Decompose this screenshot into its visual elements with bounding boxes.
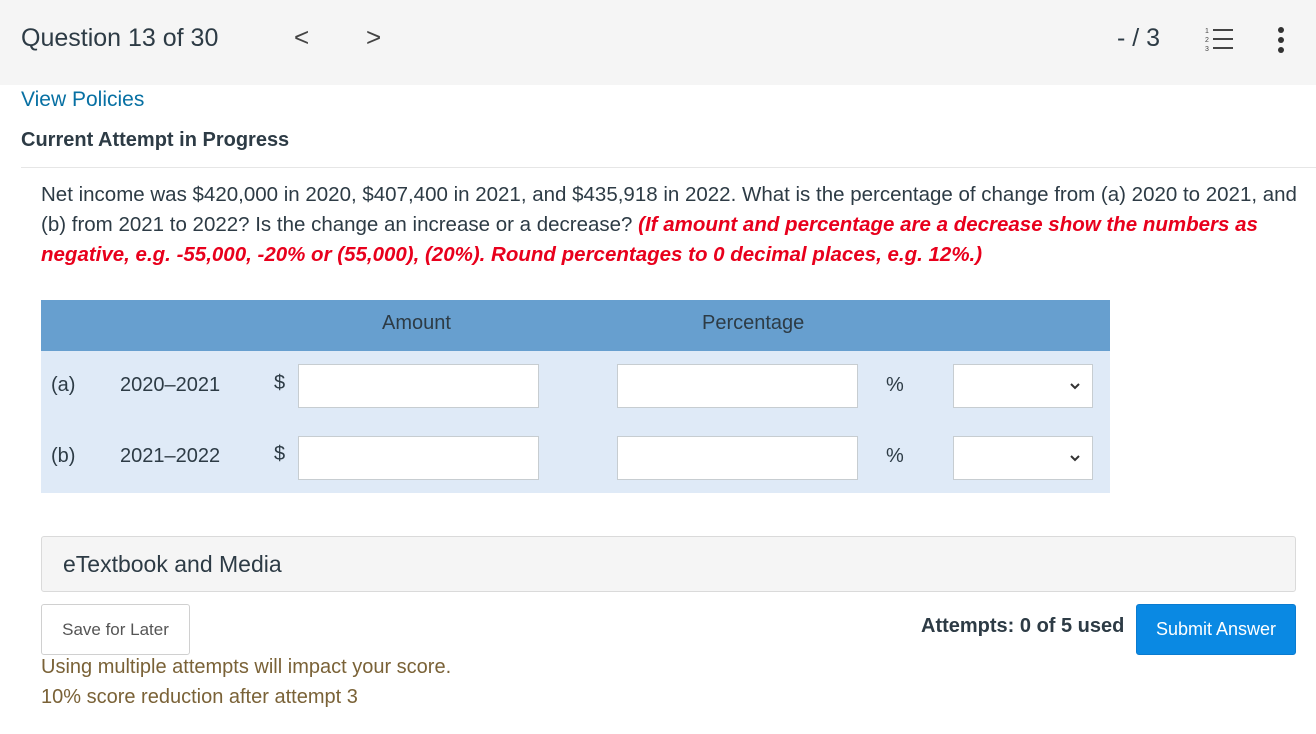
question-text: Net income was $420,000 in 2020, $407,40…	[41, 180, 1303, 270]
row-period: 2020–2021	[120, 374, 221, 396]
numbered-list-icon[interactable]: 1 2 3	[1205, 26, 1235, 52]
percentage-column-header: Percentage	[702, 312, 805, 334]
attempt-warning: Using multiple attempts will impact your…	[41, 656, 452, 678]
svg-text:2: 2	[1205, 37, 1209, 44]
row-label: (a)	[51, 374, 76, 396]
currency-symbol: $	[274, 443, 286, 465]
amount-input[interactable]	[298, 436, 539, 480]
svg-text:3: 3	[1205, 46, 1209, 52]
table-header-row: Amount Percentage	[41, 300, 1110, 351]
percentage-input[interactable]	[617, 364, 858, 408]
score-reduction-note: 10% score reduction after attempt 3	[41, 686, 358, 708]
percent-sign: %	[886, 374, 904, 396]
save-for-later-button[interactable]: Save for Later	[41, 604, 190, 655]
attempt-status-heading: Current Attempt in Progress	[21, 129, 290, 151]
score-display: - / 3	[1117, 24, 1161, 52]
previous-question-button[interactable]: <	[294, 22, 309, 53]
percentage-input[interactable]	[617, 436, 858, 480]
change-direction-select[interactable]	[953, 436, 1093, 480]
currency-symbol: $	[274, 372, 286, 394]
chevron-down-icon	[1070, 455, 1080, 462]
chevron-down-icon	[1070, 383, 1080, 390]
change-direction-select[interactable]	[953, 364, 1093, 408]
etextbook-media-panel[interactable]: eTextbook and Media	[41, 536, 1296, 592]
etextbook-label: eTextbook and Media	[63, 551, 282, 577]
row-period: 2021–2022	[120, 445, 221, 467]
view-policies-link[interactable]: View Policies	[21, 88, 144, 112]
percent-sign: %	[886, 445, 904, 467]
amount-input[interactable]	[298, 364, 539, 408]
question-title: Question 13 of 30	[21, 24, 219, 52]
row-label: (b)	[51, 445, 76, 467]
attempts-counter: Attempts: 0 of 5 used	[921, 615, 1125, 637]
submit-answer-button[interactable]: Submit Answer	[1136, 604, 1296, 655]
table-row: (a) 2020–2021 $ %	[41, 351, 1110, 422]
divider	[21, 167, 1316, 168]
answer-table: Amount Percentage (a) 2020–2021 $ % (b) …	[41, 300, 1110, 493]
question-header: Question 13 of 30 < > - / 3 1 2 3	[0, 0, 1316, 85]
more-vertical-icon[interactable]	[1273, 26, 1289, 54]
amount-column-header: Amount	[382, 312, 451, 334]
table-row: (b) 2021–2022 $ %	[41, 422, 1110, 493]
svg-text:1: 1	[1205, 28, 1209, 35]
next-question-button[interactable]: >	[366, 22, 381, 53]
